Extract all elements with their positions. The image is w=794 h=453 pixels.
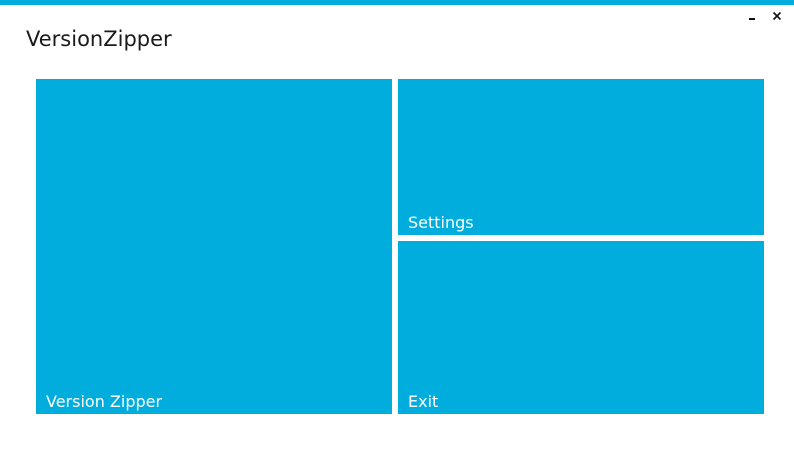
tile-exit[interactable]: Exit bbox=[398, 241, 764, 414]
tile-label-version-zipper: Version Zipper bbox=[46, 392, 163, 411]
close-icon bbox=[772, 11, 782, 21]
app-title: VersionZipper bbox=[26, 27, 172, 51]
tile-label-settings: Settings bbox=[408, 213, 474, 232]
tile-settings[interactable]: Settings bbox=[398, 79, 764, 235]
tile-version-zipper[interactable]: Version Zipper bbox=[36, 79, 392, 414]
window-controls bbox=[744, 8, 786, 24]
minimize-button[interactable] bbox=[744, 8, 762, 24]
window-top-accent-bar bbox=[0, 0, 794, 5]
close-button[interactable] bbox=[768, 8, 786, 24]
tile-label-exit: Exit bbox=[408, 392, 439, 411]
minimize-icon bbox=[749, 18, 755, 20]
